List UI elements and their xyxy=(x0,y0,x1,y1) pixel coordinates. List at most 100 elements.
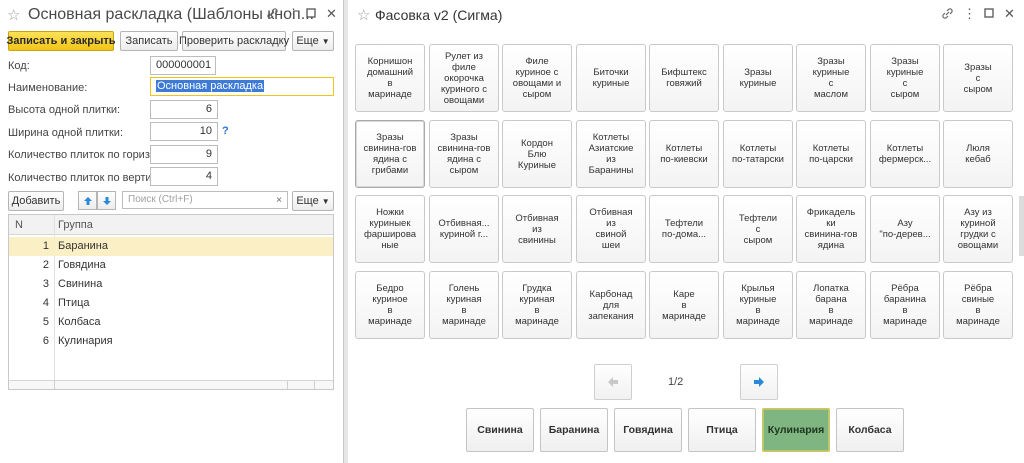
tile-height-field[interactable]: 6 xyxy=(150,100,218,119)
product-tile[interactable]: Зразы куриные с маслом xyxy=(796,44,866,112)
arrow-left-icon xyxy=(608,377,618,387)
product-tile[interactable]: Котлеты фермерск... xyxy=(870,120,940,188)
arrow-down-icon xyxy=(102,196,111,205)
table-row[interactable]: 6 Кулинария xyxy=(9,332,333,351)
arrow-up-icon xyxy=(83,196,92,205)
save-and-close-button[interactable]: Записать и закрыть xyxy=(6,31,116,51)
product-tile[interactable]: Рёбра баранина в маринаде xyxy=(870,271,940,339)
group-button[interactable]: Колбаса xyxy=(836,408,904,452)
product-tile[interactable]: Корнишон домашний в маринаде xyxy=(355,44,425,112)
name-field-value: Основная раскладка xyxy=(156,80,265,92)
horizontal-count-field[interactable]: 9 xyxy=(150,145,218,164)
row-number: 1 xyxy=(42,240,49,252)
more-button[interactable]: Еще ▼ xyxy=(292,31,334,51)
save-button[interactable]: Записать xyxy=(120,31,178,51)
product-tile[interactable]: Тефтели по-дома... xyxy=(649,195,719,263)
more-menu-icon[interactable]: ⋮ xyxy=(963,7,976,21)
close-icon[interactable]: ✕ xyxy=(1004,7,1015,21)
product-tile[interactable]: Зразы свинина-гов ядина с сыром xyxy=(429,120,499,188)
vertical-count-field[interactable]: 4 xyxy=(150,167,218,186)
table-header: N Группа xyxy=(9,215,333,235)
product-tile[interactable]: Отбивная из свиной шеи xyxy=(576,195,646,263)
product-tile[interactable]: Голень куриная в маринаде xyxy=(429,271,499,339)
group-button[interactable]: Птица xyxy=(688,408,756,452)
maximize-icon[interactable] xyxy=(306,7,316,21)
link-icon[interactable] xyxy=(266,7,279,23)
table-row[interactable]: 5 Колбаса xyxy=(9,313,333,332)
tile-width-label: Ширина одной плитки: xyxy=(8,127,123,139)
next-page-button[interactable] xyxy=(740,364,778,400)
product-tile[interactable]: Котлеты Азиатские из Баранины xyxy=(576,120,646,188)
product-tile[interactable]: Крылья куриные в маринаде xyxy=(723,271,793,339)
product-tile[interactable]: Рёбра свиные в маринаде xyxy=(943,271,1013,339)
more-menu-icon[interactable]: ⋮ xyxy=(287,7,300,21)
chevron-down-icon: ▼ xyxy=(321,36,330,46)
check-layout-button[interactable]: Проверить раскладку xyxy=(179,31,289,51)
row-number: 6 xyxy=(42,335,49,347)
code-field[interactable]: 000000001 xyxy=(150,56,216,75)
group-button[interactable]: Баранина xyxy=(540,408,608,452)
product-tile[interactable]: Каре в маринаде xyxy=(649,271,719,339)
product-tile[interactable]: Рулет из филе окорочка куриного с овощам… xyxy=(429,44,499,112)
chevron-down-icon: ▼ xyxy=(321,196,330,206)
column-header-group[interactable]: Группа xyxy=(58,219,93,231)
product-tile[interactable]: Лопатка барана в маринаде xyxy=(796,271,866,339)
move-down-button[interactable] xyxy=(97,191,116,210)
product-tile[interactable]: Азу из куриной грудки с овощами xyxy=(943,195,1013,263)
product-tile[interactable]: Карбонад для запекания xyxy=(576,271,646,339)
product-tile[interactable]: Грудка куриная в маринаде xyxy=(502,271,572,339)
table-row[interactable]: 4 Птица xyxy=(9,294,333,313)
product-tile[interactable]: Зразы куриные xyxy=(723,44,793,112)
row-group-name: Колбаса xyxy=(58,316,101,328)
search-input[interactable]: Поиск (Ctrl+F) xyxy=(122,191,288,209)
group-button[interactable]: Свинина xyxy=(466,408,534,452)
row-group-name: Баранина xyxy=(58,240,108,252)
close-icon[interactable]: ✕ xyxy=(326,7,337,21)
product-tile[interactable]: Бифштекс говяжий xyxy=(649,44,719,112)
column-header-n[interactable]: N xyxy=(15,219,23,231)
prev-page-button[interactable] xyxy=(594,364,632,400)
product-tile[interactable]: Отбивная из свинины xyxy=(502,195,572,263)
product-tile[interactable]: Котлеты по-киевски xyxy=(649,120,719,188)
table-row[interactable]: 2 Говядина xyxy=(9,256,333,275)
product-tile[interactable]: Зразы свинина-гов ядина с грибами xyxy=(355,120,425,188)
clear-search-icon[interactable]: × xyxy=(270,191,288,209)
maximize-icon[interactable] xyxy=(984,7,994,21)
group-button[interactable]: Кулинария xyxy=(762,408,830,452)
table-more-label: Еще xyxy=(296,195,319,207)
table-row[interactable]: 1 Баранина xyxy=(9,237,333,256)
product-tile[interactable]: Филе куриное с овощами и сыром xyxy=(502,44,572,112)
product-tile[interactable]: Кордон Блю Куриные xyxy=(502,120,572,188)
move-up-button[interactable] xyxy=(78,191,97,210)
scrollbar[interactable] xyxy=(1019,196,1024,256)
help-icon[interactable]: ? xyxy=(222,125,229,137)
add-row-button[interactable]: Добавить xyxy=(8,191,64,211)
product-tile[interactable]: Фрикадель ки свинина-гов ядина xyxy=(796,195,866,263)
link-icon[interactable] xyxy=(941,7,954,23)
product-tile[interactable]: Тефтели с сыром xyxy=(723,195,793,263)
product-tile[interactable]: Биточки куриные xyxy=(576,44,646,112)
row-group-name: Говядина xyxy=(58,259,106,271)
row-group-name: Свинина xyxy=(58,278,103,290)
product-tile[interactable]: Азу "по-дерев... xyxy=(870,195,940,263)
product-tile[interactable]: Люля кебаб xyxy=(943,120,1013,188)
table-more-button[interactable]: Еще ▼ xyxy=(292,191,334,211)
row-group-name: Птица xyxy=(58,297,90,309)
row-group-name: Кулинария xyxy=(58,335,113,347)
product-tile[interactable]: Бедро куриное в маринаде xyxy=(355,271,425,339)
arrow-right-icon xyxy=(754,377,764,387)
product-tile[interactable]: Котлеты по-царски xyxy=(796,120,866,188)
product-tile[interactable]: Зразы куриные с сыром xyxy=(870,44,940,112)
row-number: 4 xyxy=(42,297,49,309)
groups-table: N Группа 1 Баранина 2 Говядина 3 Свинина 4 Птиц… xyxy=(8,214,334,390)
name-field[interactable]: Основная раскладка xyxy=(150,77,334,96)
product-tile[interactable]: Котлеты по-татарски xyxy=(723,120,793,188)
product-tile[interactable]: Ножки куриныек фарширова ные xyxy=(355,195,425,263)
tile-width-field[interactable]: 10 xyxy=(150,122,218,141)
group-button[interactable]: Говядина xyxy=(614,408,682,452)
table-row[interactable]: 3 Свинина xyxy=(9,275,333,294)
product-tile[interactable]: Зразы с сыром xyxy=(943,44,1013,112)
product-tile[interactable]: Отбивная... куриной г... xyxy=(429,195,499,263)
favorite-star-icon[interactable]: ☆ xyxy=(7,6,20,24)
favorite-star-icon[interactable]: ☆ xyxy=(357,6,370,24)
